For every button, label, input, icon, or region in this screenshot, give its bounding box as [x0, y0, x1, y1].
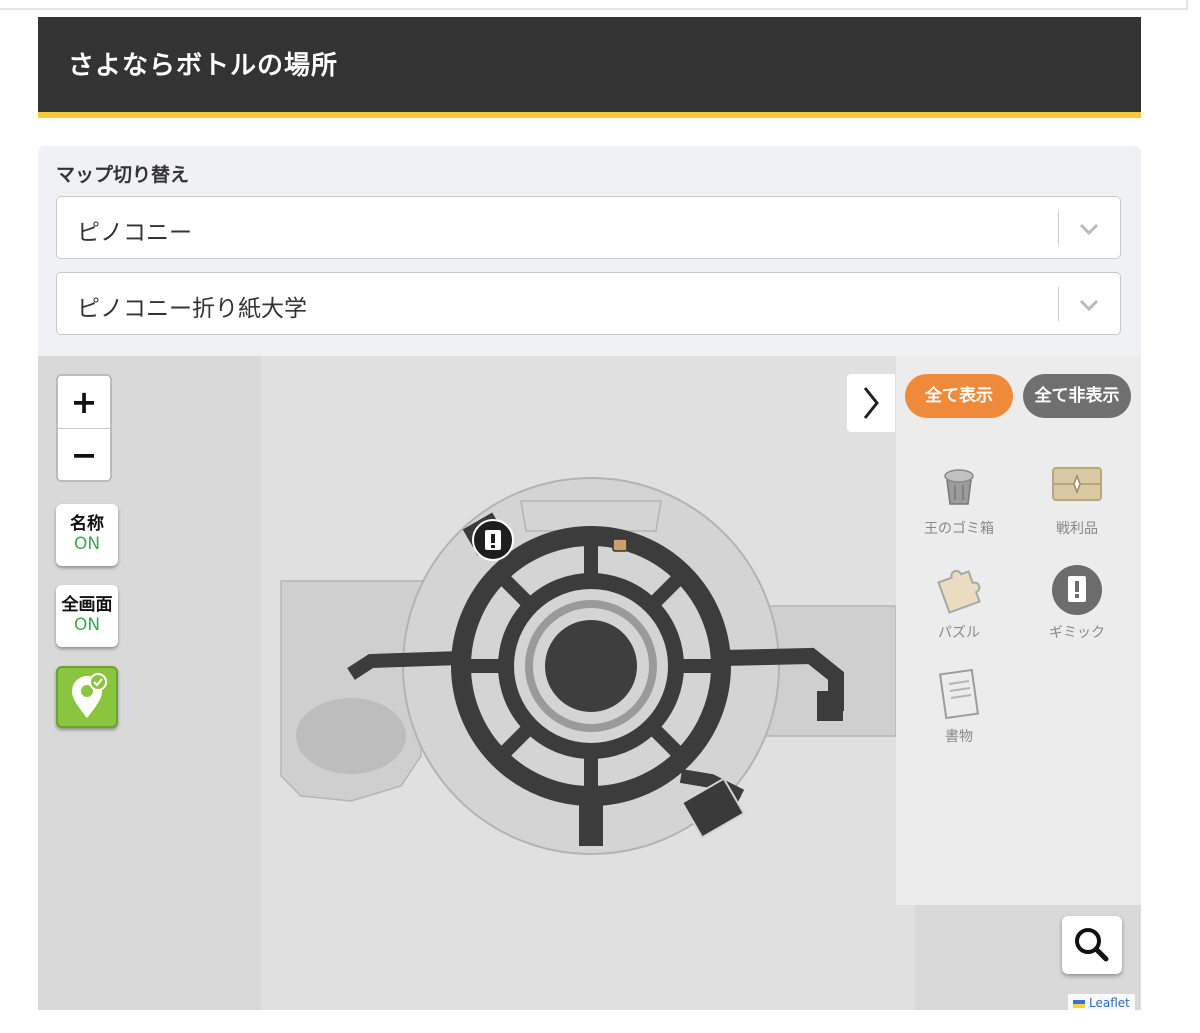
category-label: パズル [938, 625, 980, 641]
world-select-value: ピノコニー [77, 220, 192, 246]
category-label: 書物 [945, 729, 973, 745]
top-border [0, 8, 1186, 10]
map-pin-check-icon [72, 673, 107, 718]
show-all-button[interactable]: 全て表示 [905, 374, 1013, 418]
search-button[interactable] [1062, 916, 1122, 974]
page-title: さよならボトルの場所 [68, 51, 339, 81]
chevron-right-icon [863, 387, 879, 419]
category-trash[interactable]: 王のゴミ箱 [909, 458, 1009, 538]
names-toggle-button[interactable]: 名称 ON [56, 504, 118, 566]
fullscreen-toggle-state: ON [73, 615, 101, 635]
category-label: ギミック [1049, 625, 1105, 641]
page-header: さよならボトルの場所 [38, 17, 1141, 112]
chevron-down-icon[interactable] [1075, 291, 1103, 319]
category-label: 王のゴミ箱 [924, 521, 994, 537]
select-separator [1058, 211, 1059, 245]
treasure-chest-icon [1052, 467, 1102, 501]
area-select[interactable]: ピノコニー折り紙大学 [56, 272, 1121, 335]
map-switcher-label: マップ切り替え [56, 164, 190, 186]
category-gimmick[interactable]: ギミック [1027, 562, 1127, 642]
fullscreen-toggle-label: 全画面 [61, 595, 113, 615]
collect-mode-button[interactable] [56, 666, 118, 728]
gimmick-marker[interactable] [472, 519, 514, 561]
category-loot[interactable]: 戦利品 [1027, 458, 1127, 538]
map-floorplan[interactable] [261, 356, 915, 1010]
filter-panel-toggle[interactable] [847, 374, 895, 432]
names-toggle-state: ON [73, 534, 101, 554]
header-accent-bar [38, 112, 1141, 118]
trash-can-icon [944, 469, 974, 505]
zoom-in-button[interactable]: + [58, 376, 110, 428]
zoom-control: + − [56, 374, 112, 482]
search-icon [1075, 928, 1109, 962]
fullscreen-toggle-button[interactable]: 全画面 ON [56, 585, 118, 647]
map-view[interactable]: + − 名称 ON 全画面 ON 全て表示 全て非表示 王のゴミ箱 戦利品 パズ… [38, 356, 1141, 1010]
zoom-out-button[interactable]: − [58, 429, 110, 481]
gimmick-icon [1052, 565, 1102, 615]
names-toggle-label: 名称 [70, 514, 104, 534]
category-label: 戦利品 [1056, 521, 1098, 537]
attribution-text: Leaflet [1089, 996, 1130, 1010]
category-puzzle[interactable]: パズル [909, 562, 1009, 642]
puzzle-icon [937, 570, 981, 614]
category-book[interactable]: 書物 [909, 666, 1009, 746]
leaflet-attribution[interactable]: Leaflet [1068, 994, 1135, 1010]
book-icon [938, 668, 980, 720]
ukraine-flag-icon [1073, 999, 1085, 1008]
area-select-value: ピノコニー折り紙大学 [77, 296, 307, 322]
right-border [1186, 0, 1188, 10]
hide-all-button[interactable]: 全て非表示 [1023, 374, 1131, 418]
treasure-marker[interactable] [612, 538, 628, 552]
chevron-down-icon[interactable] [1075, 215, 1103, 243]
filter-panel: 全て表示 全て非表示 王のゴミ箱 戦利品 パズル ギミック 書物 [896, 356, 1141, 905]
world-select[interactable]: ピノコニー [56, 196, 1121, 259]
select-separator [1058, 287, 1059, 321]
